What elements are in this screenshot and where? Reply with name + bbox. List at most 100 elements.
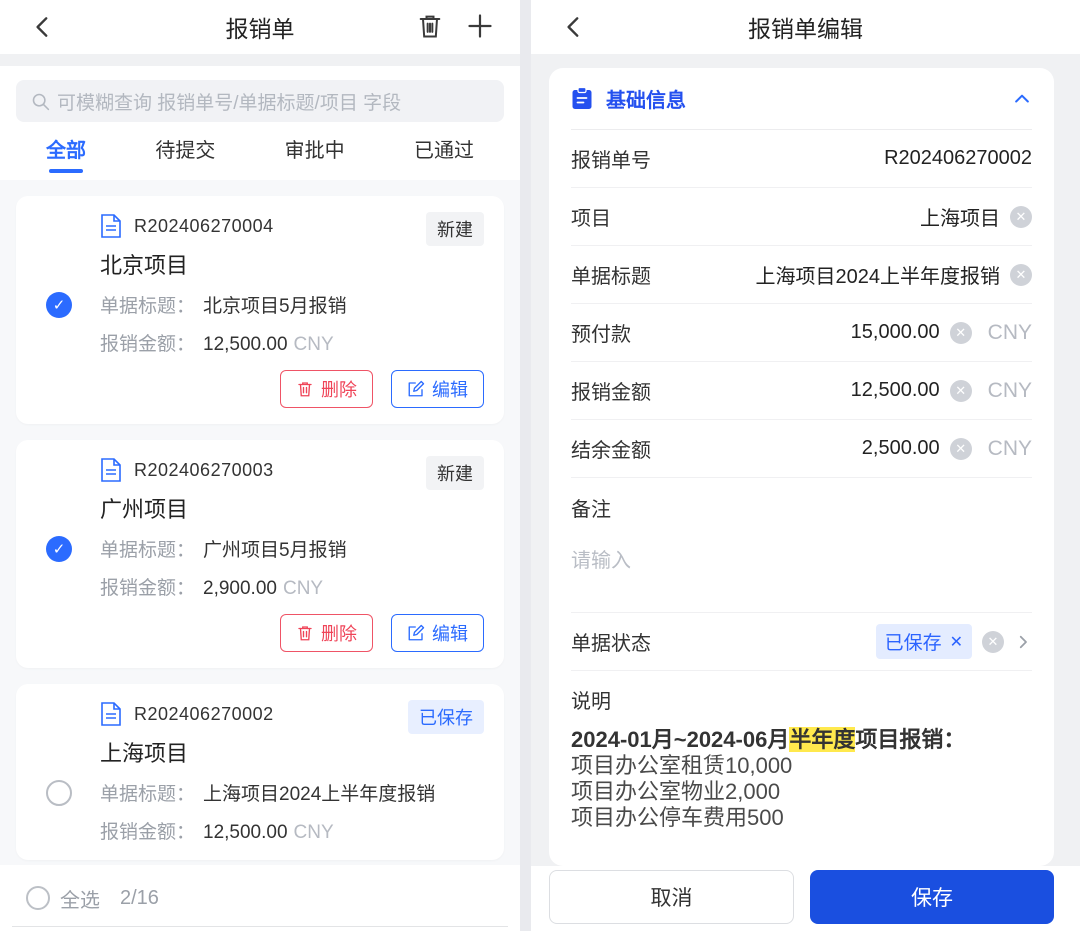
field-description: 说明 2024-01月~2024-06月半年度项目报销： 项目办公室租赁10,0…	[571, 671, 1032, 840]
description-line: 2024-01月~2024-06月半年度项目报销：	[571, 727, 966, 752]
document-icon	[101, 214, 121, 238]
amount-value: 2,900.00	[203, 578, 277, 599]
field-row-balance[interactable]: 结余金额 2,500.00 ✕ CNY	[571, 420, 1032, 478]
edit-body: 基础信息 报销单号 R202406270002 项目 上海项目 ✕ 单据标题 上…	[531, 54, 1080, 866]
divider-strip	[0, 54, 520, 66]
trash-icon[interactable]	[416, 12, 444, 40]
field-row-status[interactable]: 单据状态 已保存 ✕ ✕	[571, 613, 1032, 671]
tag-close-icon[interactable]: ✕	[950, 632, 963, 652]
field-label: 说明	[571, 691, 611, 713]
field-row-doc-title[interactable]: 单据标题 上海项目2024上半年度报销 ✕	[571, 246, 1032, 304]
select-all-checkbox[interactable]	[26, 886, 50, 910]
field-row-amount[interactable]: 报销金额 12,500.00 ✕ CNY	[571, 362, 1032, 420]
status-tabs: 全部 待提交 审批中 已通过	[16, 122, 504, 180]
back-icon[interactable]	[30, 14, 56, 40]
delete-button[interactable]: 删除	[280, 370, 373, 408]
document-icon	[101, 458, 121, 482]
doc-title-value: 北京项目5月报销	[203, 296, 347, 317]
project-title: 北京项目	[100, 253, 189, 278]
list-header: 报销单	[0, 0, 520, 54]
document-icon	[101, 702, 121, 726]
edit-header: 报销单编辑	[531, 0, 1080, 54]
cancel-button[interactable]: 取消	[549, 869, 794, 924]
amount-value: 12,500.00	[203, 822, 288, 843]
amount-label: 报销金额：	[100, 578, 196, 599]
currency-label: CNY	[987, 378, 1032, 402]
status-badge: 新建	[426, 212, 484, 246]
screen: 报销单 可模糊查询 报销单号/单据标题/项目 字段 全部 待提交 审批中 已通过	[0, 0, 1080, 931]
amount-label: 报销金额：	[100, 822, 196, 843]
doc-title-label: 单据标题：	[100, 540, 196, 561]
clear-icon[interactable]: ✕	[949, 379, 972, 402]
field-label: 单据标题	[571, 266, 651, 288]
plus-icon[interactable]	[466, 12, 494, 40]
remark-textarea[interactable]: 请输入	[571, 544, 1032, 612]
search-input[interactable]: 可模糊查询 报销单号/单据标题/项目 字段	[16, 80, 504, 122]
field-value: 2,500.00	[861, 437, 940, 459]
status-badge: 新建	[426, 456, 484, 490]
doc-title-label: 单据标题：	[100, 784, 196, 805]
field-value: 15,000.00	[850, 321, 940, 343]
edit-button[interactable]: 编辑	[391, 614, 484, 652]
currency-label: CNY	[282, 578, 324, 599]
description-line: 项目办公室租赁10,000	[571, 753, 793, 778]
trash-icon	[298, 626, 312, 641]
field-label: 单据状态	[571, 633, 651, 655]
tab-approved[interactable]: 已通过	[414, 126, 474, 177]
section-header[interactable]: 基础信息	[571, 68, 1032, 130]
edit-icon	[408, 380, 425, 397]
doc-title-value: 广州项目5月报销	[203, 540, 347, 561]
chevron-up-icon[interactable]	[1012, 89, 1032, 109]
tab-all[interactable]: 全部	[46, 126, 86, 177]
tab-pending-submit[interactable]: 待提交	[155, 126, 215, 177]
save-button[interactable]: 保存	[810, 869, 1054, 924]
project-title: 上海项目	[100, 741, 189, 766]
delete-button[interactable]: 删除	[280, 614, 373, 652]
expense-number: R202406270002	[134, 703, 274, 724]
field-value: R202406270002	[884, 147, 1032, 169]
clear-icon[interactable]: ✕	[949, 321, 972, 344]
expense-card[interactable]: R202406270002 已保存 上海项目 单据标题： 上海项目2024上半年…	[16, 684, 504, 860]
currency-label: CNY	[987, 436, 1032, 460]
expense-card[interactable]: ✓ R202406270004 新建 北京项目 单据标题： 北京项目5月报销 报…	[16, 196, 504, 424]
edit-button[interactable]: 编辑	[391, 370, 484, 408]
edit-footer: 取消 保存	[531, 866, 1080, 931]
field-row-project[interactable]: 项目 上海项目 ✕	[571, 188, 1032, 246]
card-checkbox-checked[interactable]: ✓	[46, 292, 72, 318]
basic-info-card: 基础信息 报销单号 R202406270002 项目 上海项目 ✕ 单据标题 上…	[549, 68, 1054, 866]
field-label: 报销单号	[571, 150, 651, 172]
search-and-tabs: 可模糊查询 报销单号/单据标题/项目 字段 全部 待提交 审批中 已通过	[0, 66, 520, 180]
clipped-text: …	[571, 831, 1032, 840]
status-tag[interactable]: 已保存 ✕	[875, 624, 972, 659]
card-checkbox-checked[interactable]: ✓	[46, 536, 72, 562]
expense-number: R202406270003	[134, 459, 274, 480]
highlighted-text: 半年度	[789, 727, 856, 752]
header-actions	[416, 12, 494, 40]
field-remark: 备注 请输入	[571, 478, 1032, 613]
edit-icon	[408, 624, 425, 641]
expense-card[interactable]: ✓ R202406270003 新建 广州项目 单据标题： 广州项目5月报销 报…	[16, 440, 504, 668]
expense-edit-panel: 报销单编辑 基础信息 报销单号 R202406270002 项目 上海项目 ✕ …	[531, 0, 1080, 931]
field-label: 项目	[571, 208, 611, 230]
card-list: ✓ R202406270004 新建 北京项目 单据标题： 北京项目5月报销 报…	[0, 180, 520, 865]
search-icon	[32, 93, 50, 110]
field-value: 12,500.00	[850, 379, 940, 401]
clear-icon[interactable]: ✕	[1010, 263, 1032, 286]
status-badge: 已保存	[408, 700, 484, 734]
tab-in-approval[interactable]: 审批中	[285, 126, 345, 177]
chevron-right-icon[interactable]	[1014, 633, 1032, 651]
search-placeholder: 可模糊查询 报销单号/单据标题/项目 字段	[57, 92, 402, 114]
expense-list-panel: 报销单 可模糊查询 报销单号/单据标题/项目 字段 全部 待提交 审批中 已通过	[0, 0, 520, 931]
description-line: 项目办公停车费用500	[571, 805, 784, 830]
card-checkbox-unchecked[interactable]	[46, 780, 72, 806]
clear-icon[interactable]: ✕	[1010, 205, 1032, 228]
currency-label: CNY	[293, 822, 334, 843]
clear-icon[interactable]: ✕	[982, 630, 1004, 653]
field-row-advance[interactable]: 预付款 15,000.00 ✕ CNY	[571, 304, 1032, 362]
field-value: 上海项目	[920, 208, 1000, 230]
clipboard-icon	[572, 86, 592, 109]
back-icon[interactable]	[561, 14, 587, 40]
field-label: 报销金额	[571, 382, 651, 404]
amount-label: 报销金额：	[100, 334, 196, 355]
clear-icon[interactable]: ✕	[949, 437, 972, 460]
